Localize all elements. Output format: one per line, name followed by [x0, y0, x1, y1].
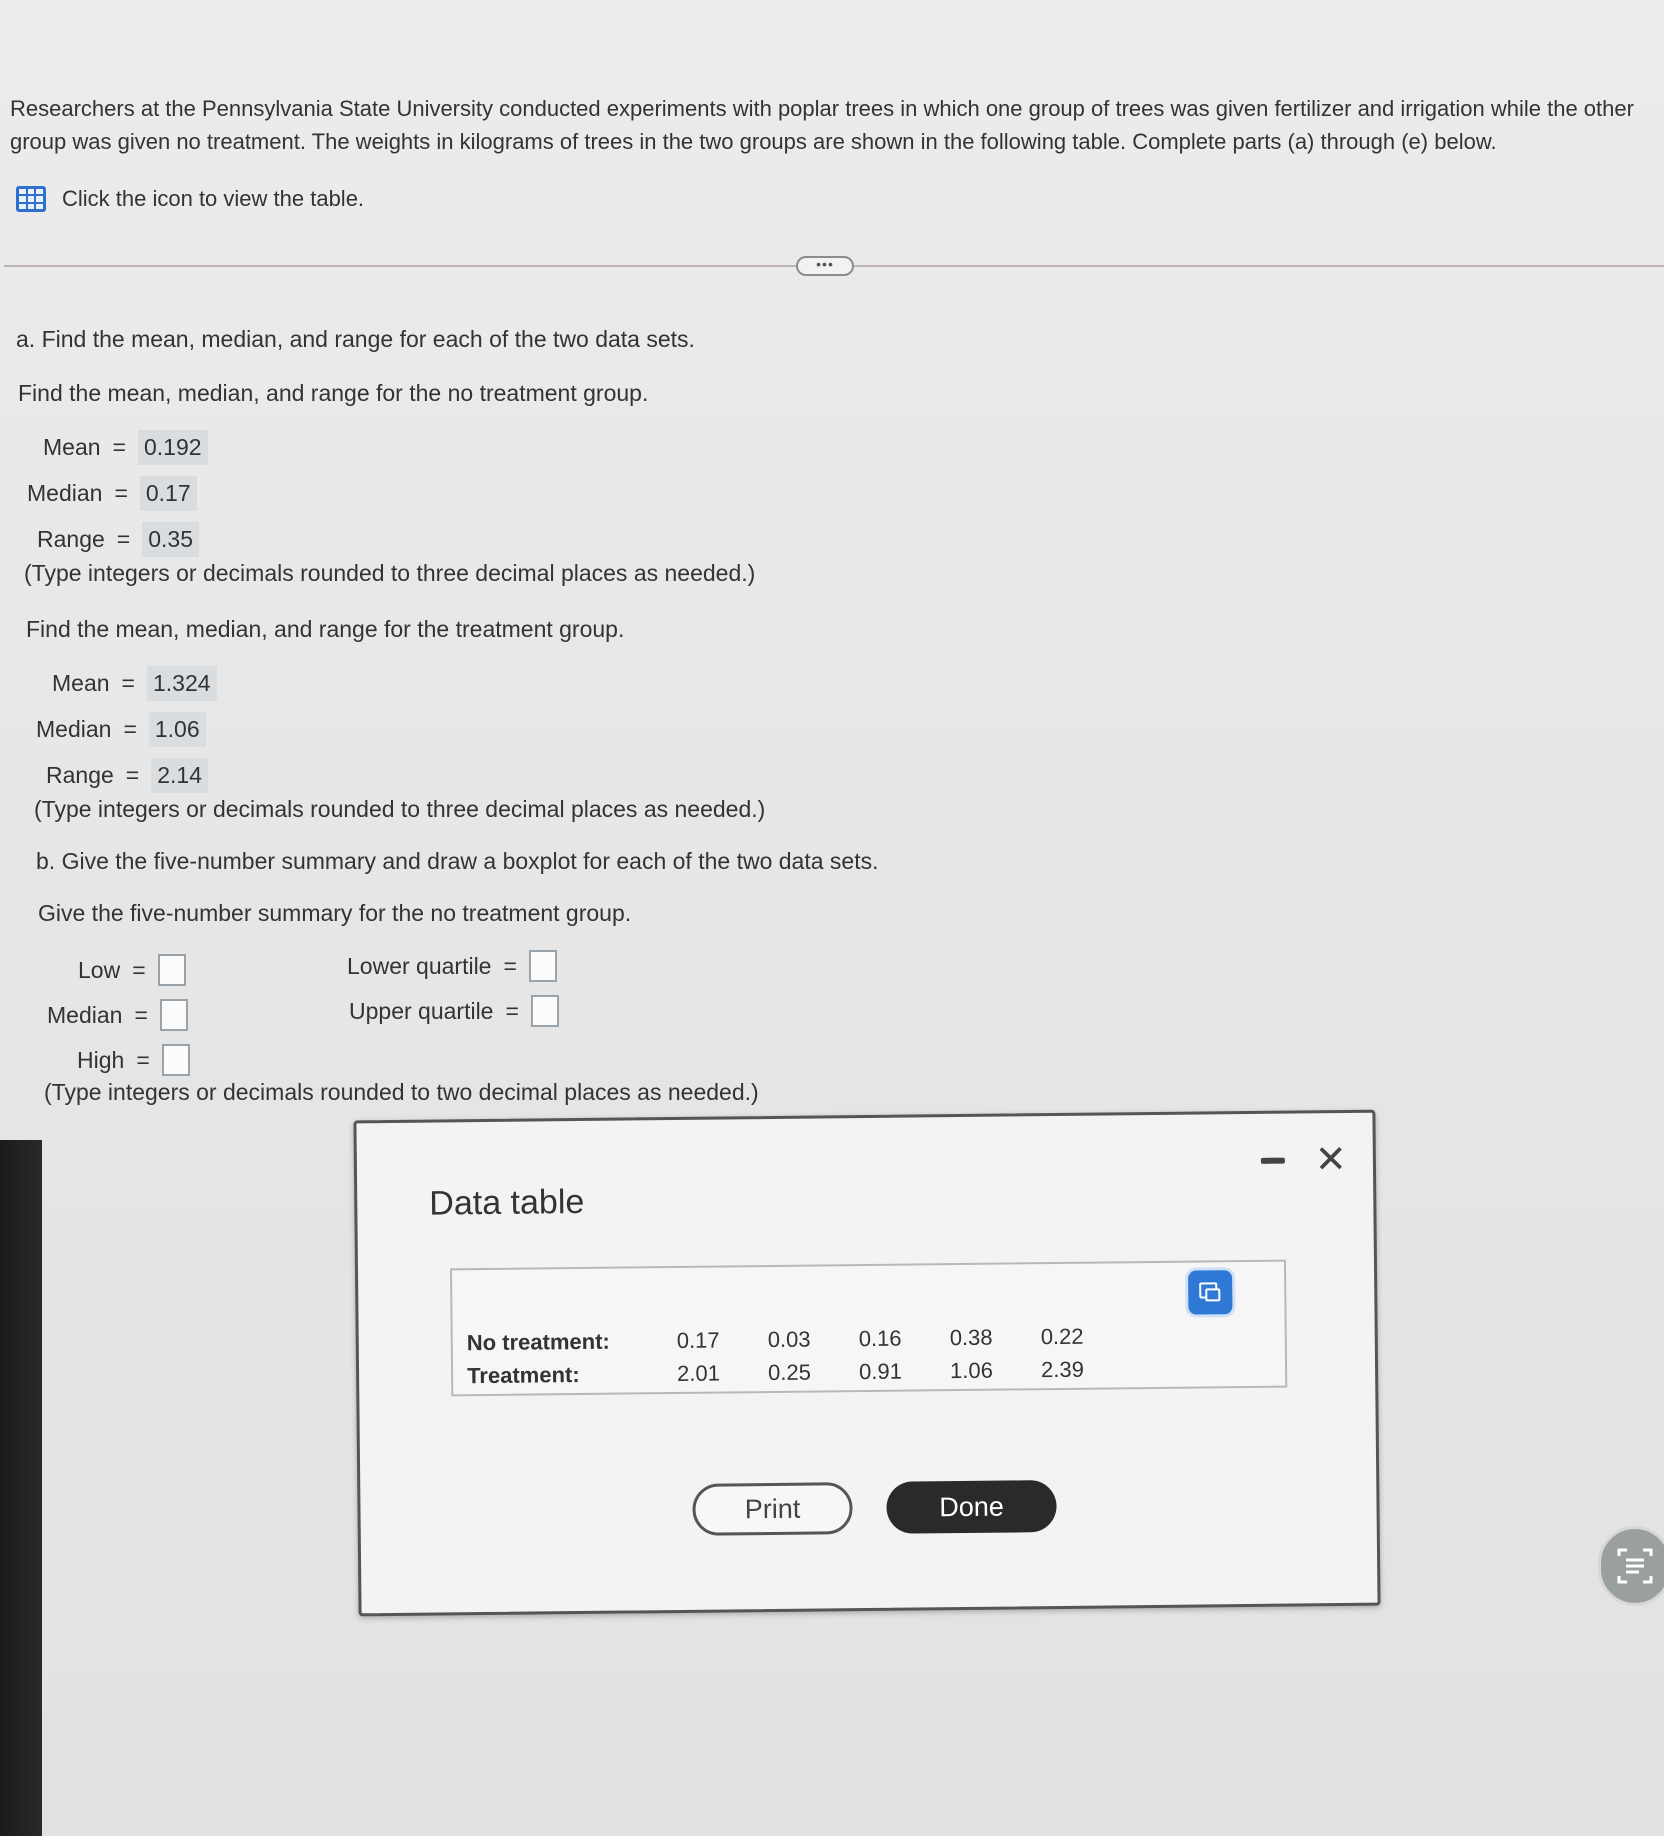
table-row-no-treatment: No treatment: 0.17 0.03 0.16 0.38 0.22 [467, 1323, 1132, 1356]
no-treatment-median-answer[interactable]: 0.17 [139, 476, 197, 511]
view-table-label[interactable]: Click the icon to view the table. [62, 186, 364, 212]
text-scan-icon [1617, 1548, 1653, 1584]
no-treatment-median-row: Median = 0.17 [27, 476, 197, 511]
five-number-prompt: Give the five-number summary for the no … [38, 900, 632, 926]
side-tool-button[interactable] [1598, 1526, 1664, 1606]
median-input[interactable] [159, 999, 188, 1031]
part-b-heading: b. Give the five-number summary and draw… [36, 848, 879, 874]
treatment-mean-answer[interactable]: 1.324 [146, 666, 217, 701]
low-label: Low [78, 956, 121, 983]
five-number-note: (Type integers or decimals rounded to tw… [44, 1079, 759, 1105]
median-label: Median [47, 1001, 123, 1028]
copy-icon [1199, 1282, 1221, 1302]
high-label: High [77, 1046, 125, 1073]
minimize-icon[interactable] [1260, 1157, 1285, 1164]
lower-quartile-input[interactable] [528, 950, 557, 982]
no-treatment-mean-answer[interactable]: 0.192 [137, 430, 208, 465]
upper-quartile-input[interactable] [530, 995, 559, 1027]
median-label: Median [27, 480, 103, 506]
treatment-median-answer[interactable]: 1.06 [148, 712, 206, 747]
expand-more-button[interactable]: ••• [796, 256, 854, 276]
table-cell: 0.25 [767, 1359, 812, 1386]
mean-label: Mean [52, 670, 110, 696]
lower-quartile-label: Lower quartile [347, 952, 492, 979]
data-table: No treatment: 0.17 0.03 0.16 0.38 0.22 T… [449, 1259, 1288, 1397]
range-label: Range [46, 762, 114, 788]
table-cell: 0.38 [949, 1324, 993, 1351]
screen-bezel [0, 1140, 42, 1836]
table-cell: 2.01 [676, 1360, 721, 1386]
no-treatment-range-answer[interactable]: 0.35 [142, 522, 199, 557]
table-cell: 0.91 [858, 1358, 903, 1385]
low-input[interactable] [157, 954, 186, 986]
copy-table-button[interactable] [1188, 1270, 1233, 1315]
low-row: Low = [78, 954, 186, 986]
no-treatment-mean-row: Mean = 0.192 [43, 430, 208, 465]
no-treatment-note: (Type integers or decimals rounded to th… [24, 560, 756, 586]
treatment-mean-row: Mean = 1.324 [52, 666, 217, 701]
median-label: Median [36, 716, 112, 742]
no-treatment-range-row: Range = 0.35 [37, 522, 199, 557]
range-label: Range [37, 526, 105, 552]
data-table-modal: Data table ✕ No treatment: 0.17 0.03 0.1… [353, 1109, 1381, 1617]
mean-label: Mean [43, 434, 101, 460]
no-treatment-prompt: Find the mean, median, and range for the… [18, 380, 649, 406]
upper-quartile-label: Upper quartile [349, 997, 494, 1024]
table-cell: 1.06 [949, 1357, 994, 1384]
high-row: High = [77, 1044, 190, 1076]
problem-statement: Researchers at the Pennsylvania State Un… [10, 96, 1634, 154]
print-button[interactable]: Print [692, 1482, 853, 1536]
treatment-median-row: Median = 1.06 [36, 712, 206, 747]
median-row: Median = [47, 999, 188, 1031]
high-input[interactable] [161, 1044, 190, 1076]
table-cell: 2.39 [1040, 1356, 1085, 1383]
upper-quartile-row: Upper quartile = [349, 995, 559, 1027]
treatment-prompt: Find the mean, median, and range for the… [26, 616, 625, 642]
table-icon[interactable] [16, 186, 46, 212]
treatment-range-row: Range = 2.14 [46, 758, 208, 793]
view-table-link[interactable]: Click the icon to view the table. [16, 186, 364, 212]
table-cell: 0.22 [1040, 1323, 1084, 1350]
treatment-note: (Type integers or decimals rounded to th… [34, 796, 766, 822]
table-cell: 0.17 [676, 1327, 720, 1353]
part-a-heading: a. Find the mean, median, and range for … [16, 326, 695, 352]
page: Researchers at the Pennsylvania State Un… [0, 0, 1664, 1836]
table-cell: 0.16 [858, 1325, 902, 1352]
table-row-treatment: Treatment: 2.01 0.25 0.91 1.06 2.39 [467, 1356, 1132, 1389]
close-icon[interactable]: ✕ [1315, 1137, 1347, 1182]
table-cell: 0.03 [767, 1326, 811, 1353]
done-button[interactable]: Done [886, 1480, 1057, 1534]
treatment-range-answer[interactable]: 2.14 [151, 758, 208, 793]
modal-title: Data table [429, 1182, 585, 1223]
lower-quartile-row: Lower quartile = [347, 950, 557, 982]
